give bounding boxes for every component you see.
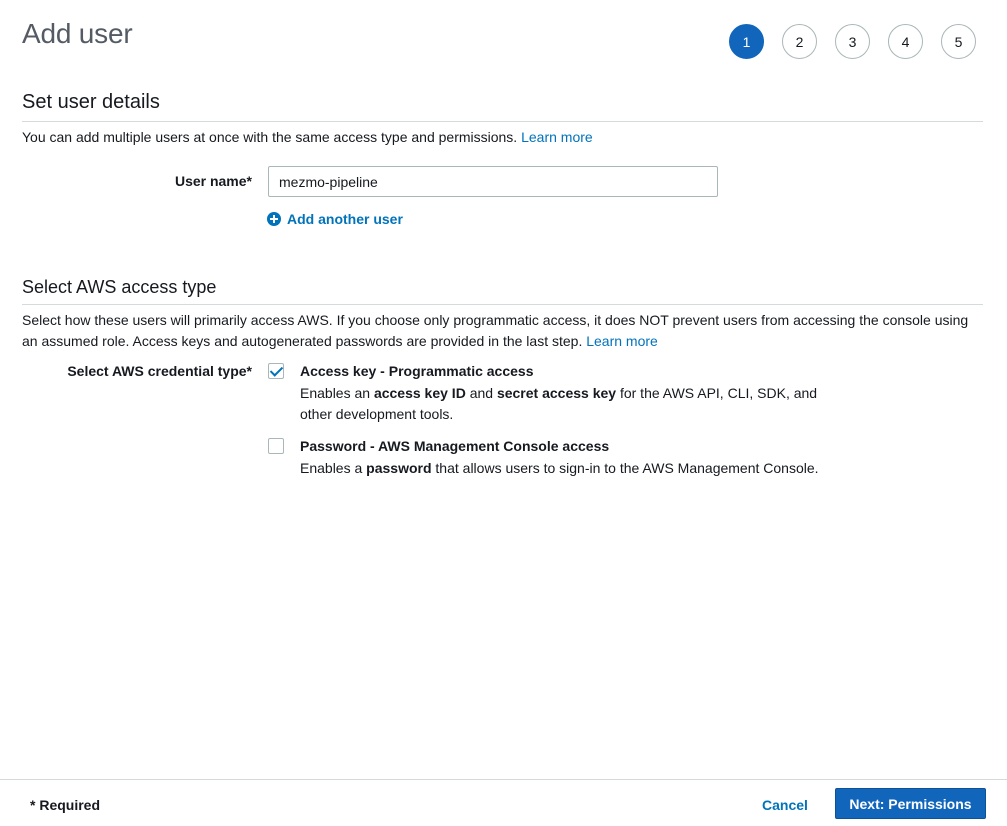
desc-text: Enables an [300, 385, 374, 401]
learn-more-link[interactable]: Learn more [521, 129, 593, 145]
learn-more-link[interactable]: Learn more [586, 333, 658, 349]
section-divider [22, 121, 983, 122]
step-1[interactable]: 1 [729, 24, 764, 59]
step-3[interactable]: 3 [835, 24, 870, 59]
step-4[interactable]: 4 [888, 24, 923, 59]
password-checkbox[interactable] [268, 438, 284, 454]
desc-text: Enables a [300, 460, 367, 476]
password-option-title: Password - AWS Management Console access [300, 438, 610, 454]
section-divider [22, 304, 983, 305]
access-key-option-title: Access key - Programmatic access [300, 363, 534, 379]
section-title-access-type: Select AWS access type [22, 277, 217, 297]
page-title: Add user [22, 18, 133, 49]
footer-divider [0, 779, 1007, 780]
required-note: * Required [30, 797, 101, 813]
access-key-checkbox[interactable] [268, 363, 284, 379]
credential-type-label: Select AWS credential type* [67, 363, 252, 379]
access-type-description: Select how these users will primarily ac… [22, 310, 987, 352]
password-option-description: Enables a password that allows users to … [300, 458, 840, 479]
step-2[interactable]: 2 [782, 24, 817, 59]
next-permissions-button[interactable]: Next: Permissions [835, 788, 986, 819]
description-text: You can add multiple users at once with … [22, 129, 518, 145]
user-name-input[interactable] [268, 166, 718, 197]
desc-text: that allows users to sign-in to the AWS … [431, 460, 819, 476]
access-key-option-description: Enables an access key ID and secret acce… [300, 383, 840, 425]
add-another-user-button[interactable]: Add another user [267, 211, 403, 227]
wizard-steps: 1 2 3 4 5 [729, 24, 976, 59]
cancel-button[interactable]: Cancel [762, 797, 808, 813]
desc-bold: password [366, 460, 432, 476]
user-details-description: You can add multiple users at once with … [22, 127, 987, 148]
description-text: Select how these users will primarily ac… [22, 312, 969, 349]
plus-circle-icon [267, 212, 281, 226]
desc-bold: secret access key [496, 385, 617, 401]
desc-text: and [465, 385, 497, 401]
desc-bold: access key ID [373, 385, 466, 401]
add-another-user-label: Add another user [287, 211, 403, 227]
step-5[interactable]: 5 [941, 24, 976, 59]
user-name-label: User name* [174, 173, 252, 189]
section-title-user-details: Set user details [22, 91, 160, 113]
